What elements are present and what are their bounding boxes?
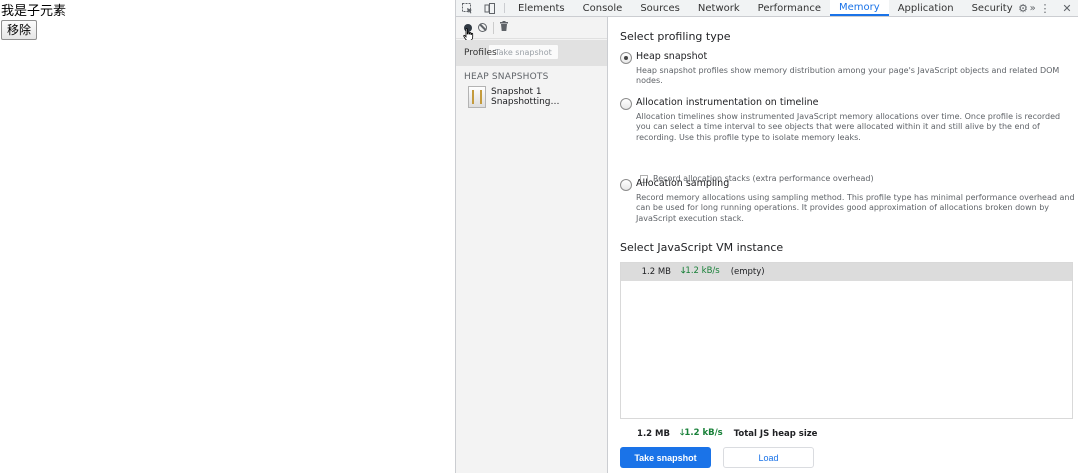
vm-heap-size: 1.2 MB (641, 267, 671, 277)
heap-snapshots-header: HEAP SNAPSHOTS (464, 72, 549, 82)
vm-instance-row[interactable]: 1.2 MB 🡓1.2 kB/s (empty) (621, 263, 1072, 281)
vm-rate: 1.2 kB/s (685, 266, 720, 276)
snapshot-list-item[interactable]: Snapshot 1 Snapshotting… (468, 86, 607, 108)
trash-icon[interactable] (500, 21, 508, 34)
tab-performance[interactable]: Performance (749, 0, 830, 16)
select-vm-heading: Select JavaScript VM instance (620, 241, 784, 254)
load-button[interactable]: Load (723, 447, 814, 468)
heap-snapshot-desc: Heap snapshot profiles show memory distr… (636, 66, 1060, 86)
devtools-tabbar: Elements Console Sources Network Perform… (456, 0, 1078, 17)
allocation-timeline-radio[interactable] (620, 98, 632, 110)
sidebar-toolbar (456, 17, 607, 39)
tabbar-separator (504, 3, 505, 13)
heap-snapshot-file-icon (468, 86, 486, 108)
devtools-panel: Elements Console Sources Network Perform… (455, 0, 1078, 473)
tab-sources[interactable]: Sources (631, 0, 689, 16)
close-icon[interactable]: ✕ (1056, 2, 1078, 15)
vm-instance-list: 1.2 MB 🡓1.2 kB/s (empty) (620, 262, 1073, 419)
child-element-text: 我是子元素 (1, 4, 67, 19)
inspect-element-icon[interactable] (456, 0, 478, 16)
take-snapshot-ghost-button: Take snapshot (488, 44, 559, 60)
tab-console[interactable]: Console (574, 0, 632, 16)
clear-all-icon[interactable] (478, 23, 487, 32)
select-profiling-type-heading: Select profiling type (620, 30, 731, 43)
profiles-row: Take snapshot Profiles (456, 40, 607, 66)
tab-memory[interactable]: Memory (830, 0, 889, 16)
vm-name: (empty) (730, 267, 765, 277)
allocation-sampling-desc: Record memory allocations using sampling… (636, 193, 1075, 223)
tab-application[interactable]: Application (889, 0, 963, 16)
allocation-timeline-desc: Allocation timelines show instrumented J… (636, 112, 1061, 142)
snapshot-name: Snapshot 1 (491, 87, 542, 97)
inspected-page: 我是子元素 移除 (0, 0, 455, 473)
total-heap-size: 1.2 MB (637, 429, 670, 439)
total-heap-rate: 1.2 kB/s (684, 428, 723, 438)
allocation-sampling-radio[interactable] (620, 179, 632, 191)
device-toolbar-icon[interactable] (478, 0, 500, 16)
tab-elements[interactable]: Elements (509, 0, 574, 16)
profiles-tooltip: Profiles (464, 48, 497, 58)
remove-button[interactable]: 移除 (1, 20, 38, 40)
snapshot-status: Snapshotting… (491, 97, 560, 107)
more-options-kebab-icon[interactable]: ⋮ (1034, 2, 1056, 15)
heap-snapshot-radio[interactable] (620, 52, 632, 64)
settings-gear-icon[interactable]: ⚙ (1012, 2, 1034, 15)
take-snapshot-button[interactable]: Take snapshot (620, 447, 711, 468)
memory-main-panel: Select profiling type Heap snapshot Heap… (609, 17, 1078, 473)
tab-network[interactable]: Network (689, 0, 749, 16)
total-heap-label: Total JS heap size (733, 429, 818, 439)
heap-snapshot-title: Heap snapshot (636, 51, 708, 62)
toolbar-separator (493, 21, 494, 34)
heap-summary: 1.2 MB 🡓1.2 kB/s Total JS heap size (620, 427, 1073, 441)
allocation-sampling-title: Allocation sampling (636, 178, 730, 189)
profiles-sidebar: Take snapshot Profiles HEAP SNAPSHOTS Sn… (456, 17, 608, 473)
allocation-timeline-title: Allocation instrumentation on timeline (636, 97, 819, 108)
